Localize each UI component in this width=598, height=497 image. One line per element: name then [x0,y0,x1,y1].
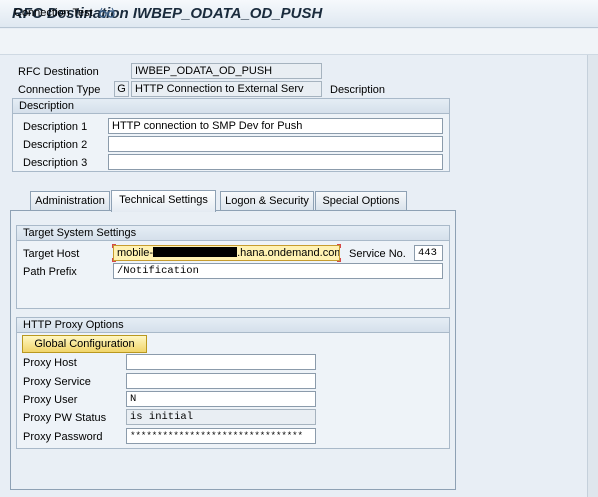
connection-type-code: G [114,81,129,97]
proxy-service-label: Proxy Service [23,376,91,388]
service-no-field[interactable]: 443 [414,245,443,261]
tab-administration[interactable]: Administration [30,191,110,211]
proxy-user-field[interactable]: N [126,391,316,407]
connection-test-label: Connection Test [14,7,93,19]
target-host-suffix: .hana.ondemand.com [237,247,340,259]
tab-logon-security[interactable]: Logon & Security [220,191,314,211]
description-2-field[interactable] [108,136,443,152]
toolbar [0,29,598,55]
global-configuration-button[interactable]: Global Configuration [22,335,147,353]
description-1-field[interactable]: HTTP connection to SMP Dev for Push [108,118,443,134]
selection-corner [112,244,116,248]
proxy-pw-status-field: is initial [126,409,316,425]
tab-special-options[interactable]: Special Options [315,191,407,211]
connection-type-field: HTTP Connection to External Serv [131,81,322,97]
selection-corner [112,258,116,262]
proxy-pw-status-label: Proxy PW Status [23,412,107,424]
connection-test-button[interactable]: Connection Test [14,7,115,19]
description-group-header: Description [12,98,450,114]
proxy-password-field[interactable]: ******************************** [126,428,316,444]
glasses-icon [98,7,115,19]
selection-corner [337,244,341,248]
service-no-label: Service No. [349,248,406,260]
description-2-label: Description 2 [23,139,88,151]
path-prefix-field[interactable]: /Notification [113,263,443,279]
description-3-field[interactable] [108,154,443,170]
target-host-label: Target Host [23,248,80,260]
path-prefix-label: Path Prefix [23,266,77,278]
proxy-group-header: HTTP Proxy Options [16,317,450,333]
rfc-destination-label: RFC Destination [18,66,99,78]
description-link: Description [330,84,386,96]
proxy-user-label: Proxy User [23,394,78,406]
target-host-prefix: mobile- [117,247,154,259]
description-1-label: Description 1 [23,121,88,133]
tab-technical-settings[interactable]: Technical Settings [111,190,216,212]
target-system-group-header: Target System Settings [16,225,450,241]
scrollbar-strip[interactable] [587,55,598,497]
proxy-host-field[interactable] [126,354,316,370]
proxy-password-label: Proxy Password [23,431,103,443]
description-3-label: Description 3 [23,157,88,169]
redacted-block [153,247,238,257]
connection-type-label: Connection Type [18,84,101,96]
rfc-destination-field: IWBEP_ODATA_OD_PUSH [131,63,322,79]
proxy-host-label: Proxy Host [23,357,77,369]
target-host-field[interactable]: mobile- .hana.ondemand.com [113,245,340,261]
proxy-service-field[interactable] [126,373,316,389]
selection-corner [337,258,341,262]
